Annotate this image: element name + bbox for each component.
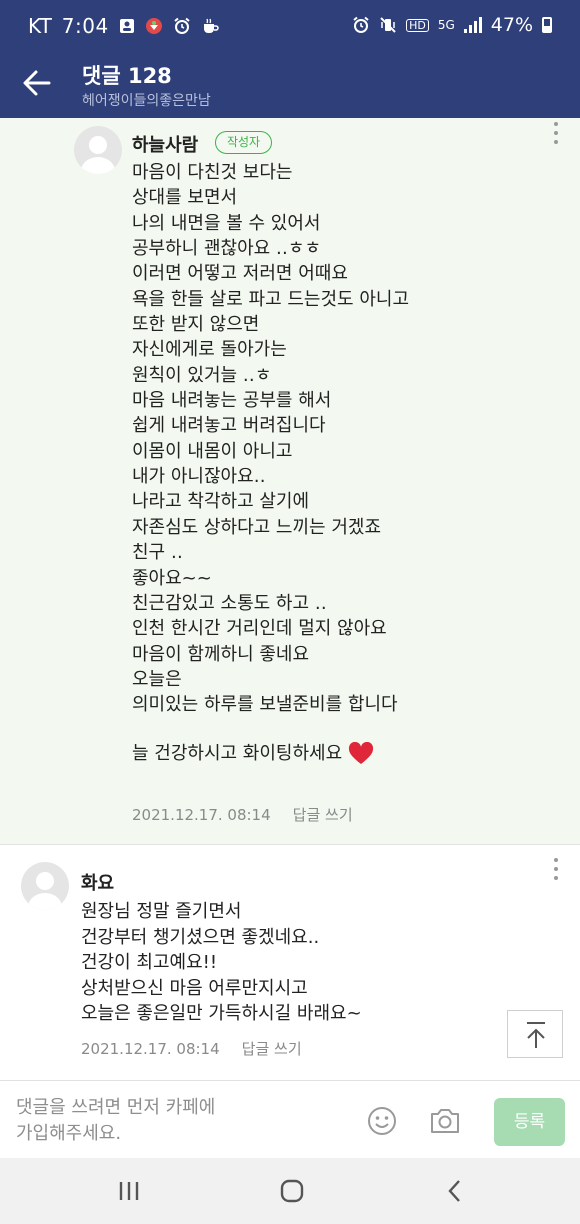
cafe-name[interactable]: 헤어쟁이들의좋은만남 [82,90,211,110]
avatar[interactable] [21,862,69,910]
comment-line: 나라고 착각하고 살기에 [132,491,310,513]
page-title: 댓글 128 [82,64,172,88]
cafe-notification-icon [203,18,219,33]
comment-line: 내가 아니잖아요‥ [132,466,266,488]
comment-line: 상처받으신 마음 어루만지시고 [81,977,308,999]
arrow-left-icon[interactable] [20,66,54,100]
comment-line: 친근감있고 소통도 하고 ‥ [132,592,327,614]
clock: 7:04 [61,14,109,38]
comment-body: 마음이 다친것 보다는 상대를 보면서 나의 내면을 볼 수 있어서 공부하니 … [132,160,409,718]
comment-closing-text: 늘 건강하시고 화이팅하세요 [132,743,343,764]
comment-line: 마음 내려놓는 공부를 해서 [132,390,332,412]
comment-divider [0,844,580,845]
heart-emoji-icon [349,742,374,764]
camera-icon[interactable] [428,1105,462,1137]
comment-line: 인천 한시간 거리인데 멀지 않아요 [132,618,387,640]
comment-line: 자신에게로 돌아가는 [132,339,287,361]
comment-line: 건강부터 챙기셨으면 좋겠네요.. [81,926,320,948]
carrier-label: KT [28,14,52,38]
avatar[interactable] [74,126,122,174]
comment-closing: 늘 건강하시고 화이팅하세요 [132,741,374,767]
signal-strength-icon [463,17,482,33]
comment-line: 원장님 정말 즐기면서 [81,901,242,922]
comment-line: 욕을 한들 살로 파고 드는것도 아니고 [132,288,410,310]
comment-line: 마음이 함께하니 좋네요 [132,643,310,665]
comment-input[interactable]: 댓글을 쓰려면 먼저 카페에 가입해주세요. [16,1095,276,1147]
comment-line: 오늘은 좋은일만 가득하시길 바래요~ [81,1003,362,1024]
more-vertical-icon[interactable] [551,858,561,882]
comment-line: 이몸이 내몸이 아니고 [132,440,293,462]
alarm-status-icon [353,16,369,33]
status-bar: KT 7:04 HD 5G 47% [0,0,580,54]
comment-line: 오늘은 [132,668,182,690]
more-vertical-icon[interactable] [551,122,561,146]
comment-body: 원장님 정말 즐기면서 건강부터 챙기셨으면 좋겠네요.. 건강이 최고예요!!… [81,899,362,1027]
recent-apps-icon[interactable] [114,1177,144,1205]
submit-button[interactable]: 등록 [494,1098,565,1146]
battery-icon [542,17,552,33]
comment-line: 나의 내면을 볼 수 있어서 [132,212,321,234]
status-left: KT 7:04 [28,14,219,38]
comment-author[interactable]: 하늘사람 [132,131,198,157]
comment-line: 좋아요~~ [132,567,212,589]
alarm-icon [174,17,190,34]
chevron-left-icon[interactable] [440,1177,470,1205]
arrow-up-to-top-icon [527,1022,545,1048]
comment-date: 2021.12.17. 08:14 [132,806,271,824]
comment-line: 이러면 어떻고 저러면 어때요 [132,263,348,285]
comment-line: 친구 ‥ [132,542,183,564]
app-notification-icon [145,18,162,34]
comment-input-bar: 댓글을 쓰려면 먼저 카페에 가입해주세요. 등록 [0,1080,580,1158]
smile-icon[interactable] [366,1105,398,1137]
comment-line: 상대를 보면서 [132,187,238,209]
reply-button[interactable]: 답글 쓰기 [293,806,353,824]
comment-line: 자존심도 상하다고 느끼는 거겠죠 [132,516,382,538]
contact-notification-icon [119,19,134,33]
comment-line: 원칙이 있거늘 ‥ㅎ [132,364,272,386]
network-5g-badge: 5G [437,18,455,32]
comment-date: 2021.12.17. 08:14 [81,1040,220,1058]
comment-line: 공부하니 괜찮아요 ‥ㅎㅎ [132,238,322,260]
author-badge: 작성자 [215,131,272,154]
comment-meta: 2021.12.17. 08:14 답글 쓰기 [81,1038,302,1059]
status-right: HD 5G 47% [352,14,552,36]
comment-author[interactable]: 화요 [81,869,114,895]
comment-line: 또한 받지 않으면 [132,314,260,336]
comment-line: 건강이 최고예요!! [81,952,218,973]
scroll-top-button[interactable] [507,1010,563,1058]
battery-percent: 47% [490,14,533,36]
comment-meta: 2021.12.17. 08:14 답글 쓰기 [132,804,353,825]
comment-line: 쉽게 내려놓고 버려집니다 [132,415,326,437]
hd-badge: HD [406,18,429,32]
app-header: 댓글 128 헤어쟁이들의좋은만남 [0,54,580,118]
comment-line: 마음이 다친것 보다는 [132,162,293,183]
comment-line: 의미있는 하루를 보낼준비를 합니다 [132,694,398,716]
system-nav-bar [0,1158,580,1224]
home-icon[interactable] [277,1177,307,1205]
vibrate-mute-icon [380,17,396,33]
reply-button[interactable]: 답글 쓰기 [242,1040,302,1058]
